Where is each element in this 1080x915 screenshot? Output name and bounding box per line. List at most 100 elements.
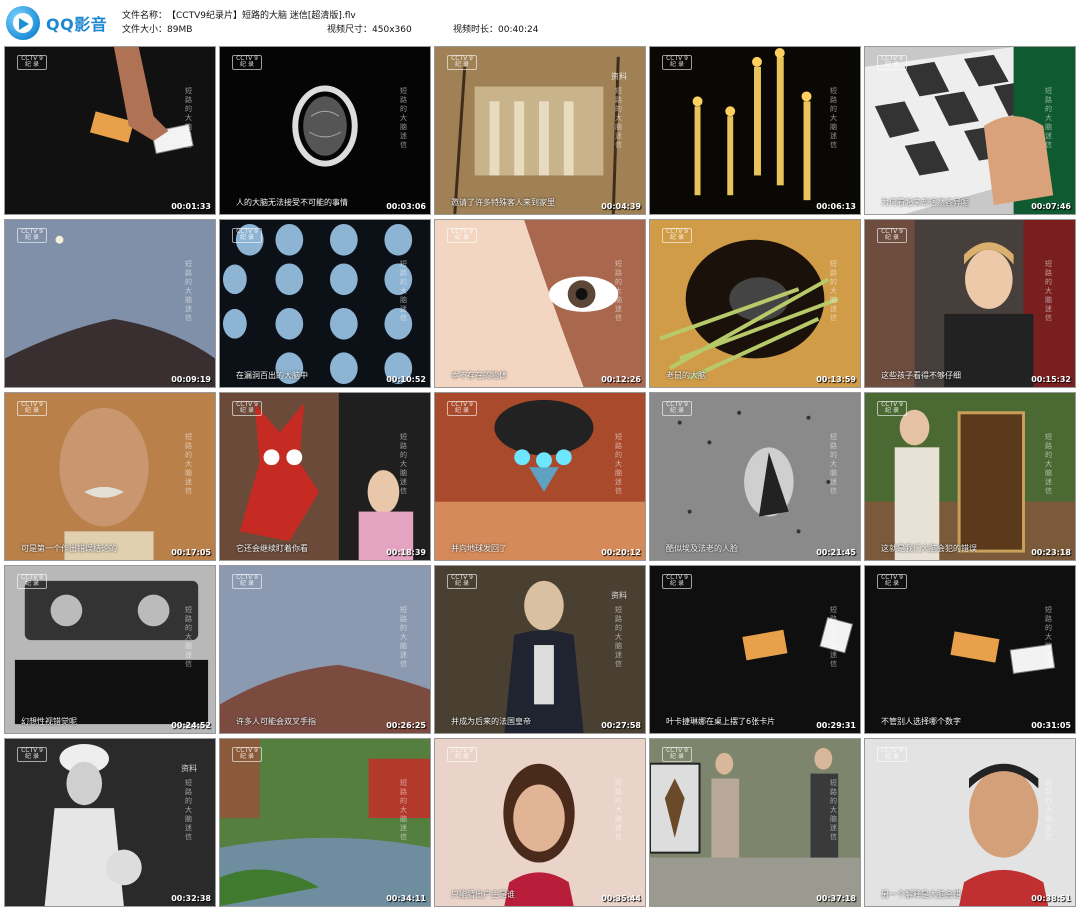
thumbnail-scene (292, 85, 358, 167)
subtitle-caption: 在漏洞百出的大脑中 (236, 371, 308, 380)
video-thumbnail[interactable]: CCTV 9纪 录短路的大脑迷信 资料 00:32:38 (4, 738, 216, 907)
thumbnail-scene (5, 220, 215, 387)
video-dims-label: 视频尺寸： (327, 25, 373, 35)
frame-timestamp: 00:12:26 (601, 375, 641, 384)
video-thumbnail[interactable]: CCTV 9纪 录短路的大脑迷信 叶卡捷琳娜在桌上摆了6张卡片 00:29:31 (649, 565, 861, 734)
frame-timestamp: 00:26:25 (386, 721, 426, 730)
video-thumbnail[interactable]: CCTV 9纪 录短路的大脑迷信 资料 邀请了许多特殊客人来到家里 00:04:39 (434, 46, 646, 215)
cctv9-channel-logo-icon: CCTV 9纪 录 (877, 747, 907, 762)
program-side-title: 短路的大脑迷信 (615, 779, 622, 841)
cctv9-channel-logo-icon: CCTV 9纪 录 (877, 55, 907, 70)
cctv9-channel-logo-icon: CCTV 9纪 录 (17, 747, 47, 762)
frame-timestamp: 00:24:52 (171, 721, 211, 730)
video-thumbnail[interactable]: CCTV 9纪 录短路的大脑迷信 另一个解释是大脑会错 00:38:51 (864, 738, 1076, 907)
duration-label: 视频时长： (453, 25, 499, 35)
program-side-title: 短路的大脑迷信 (400, 779, 407, 841)
frame-timestamp: 00:15:32 (1031, 375, 1071, 384)
thumbnail-scene (742, 616, 854, 661)
cctv9-channel-logo-icon: CCTV 9纪 录 (17, 55, 47, 70)
frame-timestamp: 00:17:05 (171, 548, 211, 557)
cctv9-channel-logo-icon: CCTV 9纪 录 (447, 747, 477, 762)
video-thumbnail[interactable]: CCTV 9纪 录短路的大脑迷信 这就是我们大脑会犯的错误 00:23:18 (864, 392, 1076, 561)
cctv9-channel-logo-icon: CCTV 9纪 录 (232, 574, 262, 589)
video-thumbnail[interactable]: CCTV 9纪 录短路的大脑迷信 这些孩子看得不够仔细 00:15:32 (864, 219, 1076, 388)
duration: 00:40:24 (498, 25, 539, 35)
frame-timestamp: 00:34:11 (386, 894, 426, 903)
video-thumbnail[interactable]: CCTV 9纪 录短路的大脑迷信 老鼠的大脑 00:13:59 (649, 219, 861, 388)
program-side-title: 短路的大脑迷信 (1045, 87, 1052, 149)
video-thumbnail[interactable]: CCTV 9纪 录短路的大脑迷信 00:06:13 (649, 46, 861, 215)
subtitle-caption: 这就是我们大脑会犯的错误 (881, 544, 977, 553)
frame-timestamp: 00:18:39 (386, 548, 426, 557)
video-thumbnail[interactable]: CCTV 9纪 录短路的大脑迷信 本不存在的物体 00:12:26 (434, 219, 646, 388)
video-thumbnail[interactable]: CCTV 9纪 录短路的大脑迷信 00:01:33 (4, 46, 216, 215)
subtitle-caption: 人的大脑无法接受不可能的事情 (236, 198, 348, 207)
video-thumbnail[interactable]: CCTV 9纪 录短路的大脑迷信 资料 并成为后来的法国皇帝 00:27:58 (434, 565, 646, 734)
subtitle-caption: 老鼠的大脑 (666, 371, 706, 380)
video-thumbnail[interactable]: CCTV 9纪 录短路的大脑迷信 许多人可能会双叉手指 00:26:25 (219, 565, 431, 734)
subtitle-caption: 本不存在的物体 (451, 371, 507, 380)
program-side-title: 短路的大脑迷信 (830, 606, 837, 668)
cctv9-channel-logo-icon: CCTV 9纪 录 (877, 228, 907, 243)
frame-timestamp: 00:31:05 (1031, 721, 1071, 730)
video-thumbnail[interactable]: CCTV 9纪 录短路的大脑迷信 00:34:11 (219, 738, 431, 907)
video-thumbnail[interactable]: CCTV 9纪 录短路的大脑迷信 00:09:19 (4, 219, 216, 388)
subtitle-caption: 叶卡捷琳娜在桌上摆了6张卡片 (666, 717, 776, 726)
video-thumbnail[interactable]: CCTV 9纪 录短路的大脑迷信 它还会继续盯着你看 00:18:39 (219, 392, 431, 561)
thumbnail-scene (950, 631, 1056, 675)
video-thumbnail[interactable]: CCTV 9纪 录短路的大脑迷信 并向地球发回了 00:20:12 (434, 392, 646, 561)
program-side-title: 短路的大脑迷信 (185, 779, 192, 841)
file-meta: 文件名称： 【CCTV9纪录片】短路的大脑 迷信[超清版].flv 文件大小：8… (122, 9, 538, 37)
video-thumbnail[interactable]: CCTV 9纪 录短路的大脑迷信 00:37:18 (649, 738, 861, 907)
thumbnail-scene (650, 739, 860, 906)
video-thumbnail[interactable]: CCTV 9纪 录短路的大脑迷信 为何看起来却迥然各异呢 00:07:46 (864, 46, 1076, 215)
cctv9-channel-logo-icon: CCTV 9纪 录 (447, 401, 477, 416)
program-side-title: 短路的大脑迷信 (185, 433, 192, 495)
subtitle-caption: 并向地球发回了 (451, 544, 507, 553)
subtitle-caption: 并成为后来的法国皇帝 (451, 717, 531, 726)
program-side-title: 短路的大脑迷信 (615, 87, 622, 149)
frame-timestamp: 00:32:38 (171, 894, 211, 903)
program-side-title: 短路的大脑迷信 (400, 260, 407, 322)
program-side-title: 短路的大脑迷信 (1045, 606, 1052, 668)
frame-timestamp: 00:04:39 (601, 202, 641, 211)
video-thumbnail[interactable]: CCTV 9纪 录短路的大脑迷信 酷似埃及法老的人脸 00:21:45 (649, 392, 861, 561)
file-size: 89MB (167, 25, 193, 35)
video-thumbnail[interactable]: CCTV 9纪 录短路的大脑迷信 不管别人选择哪个数字 00:31:05 (864, 565, 1076, 734)
video-dims: 450x360 (372, 25, 412, 35)
program-side-title: 短路的大脑迷信 (185, 606, 192, 668)
video-thumbnail[interactable]: CCTV 9纪 录短路的大脑迷信 人的大脑无法接受不可能的事情 00:03:06 (219, 46, 431, 215)
cctv9-channel-logo-icon: CCTV 9纪 录 (877, 574, 907, 589)
video-thumbnail[interactable]: CCTV 9纪 录短路的大脑迷信 幻想性视错觉呢 00:24:52 (4, 565, 216, 734)
frame-timestamp: 00:06:13 (816, 202, 856, 211)
file-size-label: 文件大小： (122, 25, 168, 35)
thumbnail-scene (435, 739, 645, 906)
program-side-title: 短路的大脑迷信 (1045, 779, 1052, 841)
frame-timestamp: 00:27:58 (601, 721, 641, 730)
frame-timestamp: 00:03:06 (386, 202, 426, 211)
frame-timestamp: 00:21:45 (816, 548, 856, 557)
thumbnail-scene (222, 223, 413, 385)
frame-timestamp: 00:29:31 (816, 721, 856, 730)
frame-timestamp: 00:37:18 (816, 894, 856, 903)
cctv9-channel-logo-icon: CCTV 9纪 录 (877, 401, 907, 416)
program-side-title: 短路的大脑迷信 (830, 779, 837, 841)
video-thumbnail[interactable]: CCTV 9纪 录短路的大脑迷信 在漏洞百出的大脑中 00:10:52 (219, 219, 431, 388)
thumbnail-scene (435, 393, 645, 560)
video-thumbnail[interactable]: CCTV 9纪 录短路的大脑迷信 可是第一个作出错误结论的 00:17:05 (4, 392, 216, 561)
subtitle-caption: 幻想性视错觉呢 (21, 717, 77, 726)
subtitle-caption: 可是第一个作出错误结论的 (21, 544, 117, 553)
cctv9-channel-logo-icon: CCTV 9纪 录 (232, 747, 262, 762)
frame-timestamp: 00:09:19 (171, 375, 211, 384)
thumbnail-scene (865, 220, 1075, 387)
program-side-title: 短路的大脑迷信 (830, 260, 837, 322)
cctv9-channel-logo-icon: CCTV 9纪 录 (662, 401, 692, 416)
video-thumbnail[interactable]: CCTV 9纪 录短路的大脑迷信 只能猜出户主是谁 00:35:44 (434, 738, 646, 907)
program-side-title: 短路的大脑迷信 (830, 433, 837, 495)
program-side-title: 短路的大脑迷信 (400, 606, 407, 668)
program-side-title: 短路的大脑迷信 (615, 433, 622, 495)
thumbnail-scene (220, 739, 430, 906)
program-side-title: 短路的大脑迷信 (615, 606, 622, 668)
archive-tag: 资料 (611, 72, 627, 81)
program-side-title: 短路的大脑迷信 (185, 260, 192, 322)
